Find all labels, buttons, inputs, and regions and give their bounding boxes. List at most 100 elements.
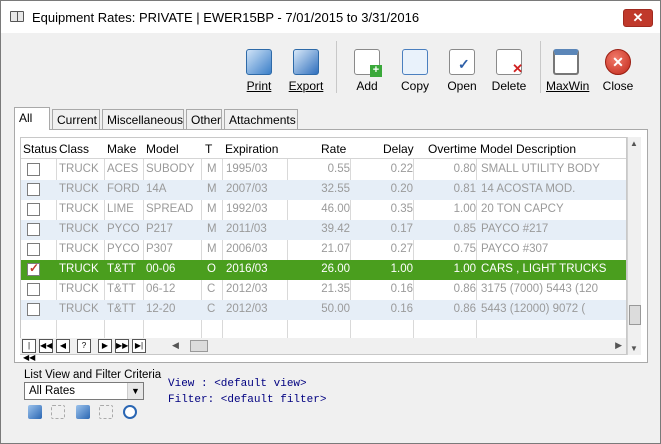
rates-grid[interactable]: Status Class Make Model T Expiration Rat… bbox=[20, 137, 627, 355]
column-header-make[interactable]: Make bbox=[107, 142, 136, 156]
vertical-scrollbar[interactable]: ▲ ▼ bbox=[627, 137, 641, 355]
cell-model: P217 bbox=[146, 223, 173, 235]
search-icon[interactable] bbox=[123, 405, 137, 419]
open-label: Open bbox=[447, 79, 477, 93]
scroll-up-icon[interactable]: ▲ bbox=[630, 139, 638, 148]
table-row[interactable]: TRUCK LIME SPREAD M 1992/03 46.00 0.35 1.00 20 T… bbox=[21, 200, 626, 220]
cell-type: M bbox=[207, 223, 217, 235]
tab-other[interactable]: Other bbox=[186, 109, 222, 129]
column-header-class[interactable]: Class bbox=[59, 142, 89, 156]
first-record-button[interactable]: |◀◀ bbox=[22, 339, 36, 362]
grid-header: Status Class Make Model T Expiration Rat… bbox=[21, 138, 626, 159]
title-bar: Equipment Rates: PRIVATE | EWER15BP - 7/… bbox=[1, 1, 660, 33]
cell-overtime: 1.00 bbox=[453, 263, 476, 275]
status-checkbox[interactable] bbox=[27, 223, 40, 236]
tab-current[interactable]: Current bbox=[52, 109, 100, 129]
status-checkbox[interactable] bbox=[27, 183, 40, 196]
cell-model: P307 bbox=[146, 243, 173, 255]
status-checkbox[interactable] bbox=[27, 163, 40, 176]
scroll-left-icon[interactable]: ◀ bbox=[172, 340, 179, 351]
cell-rate: 21.07 bbox=[321, 243, 350, 255]
status-checkbox[interactable] bbox=[27, 283, 40, 296]
cell-delay: 0.22 bbox=[390, 163, 413, 175]
refresh-filter-icon[interactable] bbox=[99, 405, 113, 419]
cell-class: TRUCK bbox=[59, 283, 99, 295]
column-header-model-description[interactable]: Model Description bbox=[480, 142, 576, 156]
tab-attachments[interactable]: Attachments bbox=[224, 109, 298, 129]
cell-make: PYCO bbox=[107, 223, 140, 235]
column-header-delay[interactable]: Delay bbox=[383, 142, 414, 156]
table-row[interactable]: TRUCK PYCO P217 M 2011/03 39.42 0.17 0.85 PAYCO … bbox=[21, 220, 626, 240]
next-page-button[interactable]: ▶▶ bbox=[115, 339, 129, 353]
status-checkbox[interactable] bbox=[27, 203, 40, 216]
table-row[interactable]: TRUCK T&TT 12-20 C 2012/03 50.00 0.16 0.86 5443 … bbox=[21, 300, 626, 320]
status-checkbox[interactable] bbox=[27, 303, 40, 316]
cell-expiration: 2007/03 bbox=[226, 183, 268, 195]
status-checkbox[interactable] bbox=[27, 243, 40, 256]
cell-model-description: CARS , LIGHT TRUCKS bbox=[481, 263, 607, 275]
column-header-rate[interactable]: Rate bbox=[321, 142, 346, 156]
table-row[interactable]: TRUCK T&TT 06-12 C 2012/03 21.35 0.16 0.86 3175 … bbox=[21, 280, 626, 300]
column-header-expiration[interactable]: Expiration bbox=[225, 142, 278, 156]
status-checkbox[interactable] bbox=[27, 261, 40, 276]
cell-type: M bbox=[207, 183, 217, 195]
cell-delay: 0.16 bbox=[390, 303, 413, 315]
window-close-button[interactable]: ✕ bbox=[623, 9, 653, 27]
cell-model-description: 3175 (7000) 5443 (120 bbox=[481, 283, 599, 295]
cell-expiration: 1992/03 bbox=[226, 203, 268, 215]
maxwin-button[interactable]: MaxWin bbox=[546, 41, 589, 93]
refresh-view-icon[interactable] bbox=[51, 405, 65, 419]
chevron-down-icon[interactable]: ▼ bbox=[127, 383, 143, 399]
cell-model: 14A bbox=[146, 183, 167, 195]
help-button[interactable]: ? bbox=[77, 339, 91, 353]
cell-expiration: 2012/03 bbox=[226, 303, 268, 315]
tab-all[interactable]: All bbox=[14, 107, 50, 130]
print-label: Print bbox=[246, 79, 272, 93]
delete-button[interactable]: ✕ Delete bbox=[490, 41, 528, 93]
filter-area: List View and Filter Criteria All Rates … bbox=[14, 369, 648, 435]
scroll-right-icon[interactable]: ▶ bbox=[615, 340, 622, 351]
cell-class: TRUCK bbox=[59, 223, 99, 235]
toolbar-separator bbox=[540, 41, 541, 93]
cell-class: TRUCK bbox=[59, 263, 99, 275]
copy-button[interactable]: Copy bbox=[398, 41, 432, 93]
last-record-button[interactable]: ▶| bbox=[132, 339, 146, 353]
cell-type: C bbox=[207, 303, 216, 315]
add-button[interactable]: + Add bbox=[350, 41, 384, 93]
vertical-scroll-thumb[interactable] bbox=[629, 305, 641, 325]
cell-model-description: SMALL UTILITY BODY bbox=[481, 163, 600, 175]
rates-select[interactable]: All Rates ▼ bbox=[24, 382, 144, 400]
previous-page-button[interactable]: ◀◀ bbox=[39, 339, 53, 353]
table-row[interactable]: TRUCK T&TT 00-06 O 2016/03 26.00 1.00 1.00 CARS … bbox=[21, 260, 626, 280]
print-button[interactable]: Print bbox=[241, 41, 277, 93]
column-header-t[interactable]: T bbox=[205, 142, 212, 156]
table-row[interactable]: TRUCK FORD 14A M 2007/03 32.55 0.20 0.81 14 ACOS… bbox=[21, 180, 626, 200]
cell-expiration: 2016/03 bbox=[226, 263, 268, 275]
close-button[interactable]: ✕ Close bbox=[598, 41, 638, 93]
cell-make: T&TT bbox=[107, 263, 136, 275]
cell-expiration: 2006/03 bbox=[226, 243, 268, 255]
column-header-status[interactable]: Status bbox=[23, 142, 57, 156]
scroll-down-icon[interactable]: ▼ bbox=[630, 344, 638, 353]
cell-class: TRUCK bbox=[59, 203, 99, 215]
previous-record-button[interactable]: ◀ bbox=[56, 339, 70, 353]
export-button[interactable]: Export bbox=[286, 41, 326, 93]
view-settings-icon[interactable] bbox=[28, 405, 42, 419]
cell-rate: 46.00 bbox=[321, 203, 350, 215]
open-button[interactable]: ✓ Open bbox=[445, 41, 479, 93]
tab-miscellaneous[interactable]: Miscellaneous bbox=[102, 109, 184, 129]
cell-make: T&TT bbox=[107, 283, 136, 295]
column-header-overtime[interactable]: Overtime bbox=[428, 142, 477, 156]
print-icon bbox=[246, 49, 272, 75]
column-header-model[interactable]: Model bbox=[146, 142, 179, 156]
filter-settings-icon[interactable] bbox=[76, 405, 90, 419]
cell-expiration: 2012/03 bbox=[226, 283, 268, 295]
list-view-filter-label: List View and Filter Criteria bbox=[24, 369, 162, 381]
horizontal-scroll-thumb[interactable] bbox=[190, 340, 208, 352]
next-record-button[interactable]: ▶ bbox=[98, 339, 112, 353]
table-row[interactable]: TRUCK PYCO P307 M 2006/03 21.07 0.27 0.75 PAYCO … bbox=[21, 240, 626, 260]
cell-delay: 0.17 bbox=[390, 223, 413, 235]
cell-delay: 1.00 bbox=[390, 263, 413, 275]
table-row[interactable]: TRUCK ACES SUBODY M 1995/03 0.55 0.22 0.80 SMALL… bbox=[21, 160, 626, 180]
horizontal-scrollbar[interactable]: ◀ ▶ bbox=[168, 338, 626, 354]
